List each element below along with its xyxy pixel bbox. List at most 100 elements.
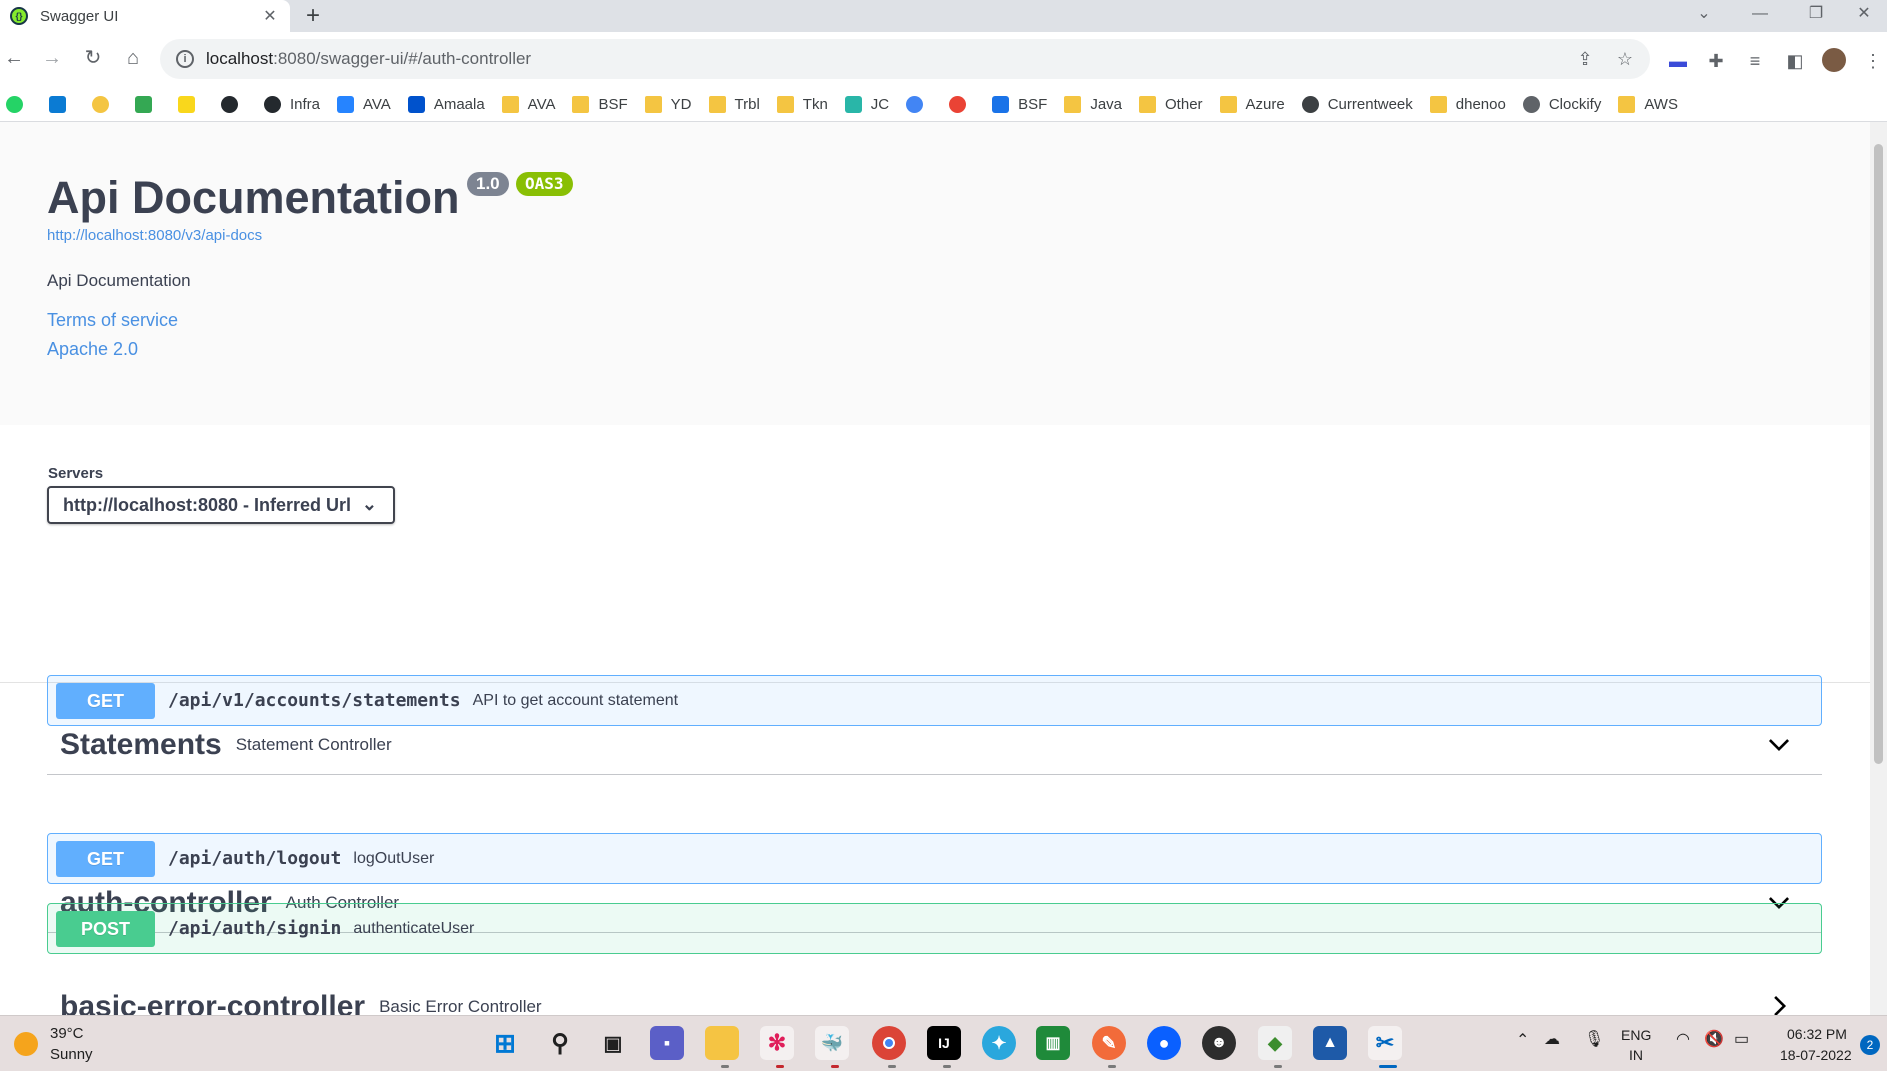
bookmark-label: JC [870,96,890,113]
onedrive-cloud-icon[interactable]: ☁ [1544,1029,1560,1049]
scrollbar-thumb[interactable] [1874,144,1883,764]
section-title: basic-error-controller [60,990,366,1015]
slack-icon[interactable]: ✻ [760,1026,794,1060]
bookmark-item[interactable] [906,96,932,113]
expand-chevron-icon[interactable] [1766,731,1792,757]
forward-icon[interactable]: → [38,44,66,72]
search-icon[interactable]: ⚲ [543,1026,577,1060]
operation-path: /api/auth/signin [168,918,342,939]
bookmark-item[interactable]: Clockify [1522,96,1601,113]
operation-get-logout[interactable]: GET /api/auth/logout logOutUser [47,833,1822,884]
start-windows-icon[interactable]: ⊞ [488,1026,522,1060]
bookmark-item[interactable]: Trbl [708,96,760,113]
close-tab-icon[interactable]: ✕ [258,6,282,26]
bookmark-item[interactable] [949,96,975,113]
section-basic-error-controller[interactable]: basic-error-controller Basic Error Contr… [47,977,1822,1015]
extensions-puzzle-icon[interactable]: ✚ [1703,48,1729,74]
new-tab-icon[interactable]: + [306,2,320,30]
reading-list-icon[interactable]: ≡ [1742,48,1768,74]
weather-condition[interactable]: Sunny [50,1046,93,1063]
bookmark-item[interactable]: Other [1139,96,1203,113]
chart-app-icon[interactable]: ▥ [1036,1026,1070,1060]
section-description: Statement Controller [235,734,392,754]
tab-search-icon[interactable]: ⌄ [1680,0,1728,32]
battery-icon[interactable]: ▭ [1734,1029,1749,1049]
bookmark-item[interactable]: dhenoo [1429,96,1506,113]
bookmark-item[interactable] [221,96,247,113]
site-info-icon[interactable]: i [176,50,194,68]
browser-tab[interactable]: {} Swagger UI ✕ [0,0,290,32]
docker-icon[interactable]: 🐳 [815,1026,849,1060]
bookmark-item[interactable]: AWS [1618,96,1678,113]
show-hidden-icons-icon[interactable]: ⌃ [1516,1030,1529,1050]
volume-muted-icon[interactable]: 🔇 [1704,1029,1724,1049]
bookmark-item[interactable]: Tkn [776,96,828,113]
file-explorer-icon[interactable] [705,1026,739,1060]
chrome-icon[interactable] [872,1026,906,1060]
bookmark-item[interactable]: Currentweek [1301,96,1413,113]
snipping-tool-icon[interactable]: ✂ [1368,1026,1402,1060]
share-icon[interactable]: ⇪ [1570,49,1600,70]
extension-icon[interactable]: ▬ [1665,48,1691,74]
bookmark-item[interactable] [178,96,204,113]
profile-avatar[interactable] [1822,48,1846,72]
url-path: :8080/swagger-ui/#/auth-controller [273,49,532,68]
maps-pin-icon[interactable]: ● [1147,1026,1181,1060]
side-panel-icon[interactable]: ◧ [1782,48,1808,74]
bookmark-item[interactable]: BSF [572,96,628,113]
language-indicator[interactable]: ENG [1621,1027,1651,1043]
address-bar[interactable]: i localhost:8080/swagger-ui/#/auth-contr… [160,39,1650,79]
photos-icon[interactable]: ▲ [1313,1026,1347,1060]
bookmark-item[interactable]: Azure [1219,96,1285,113]
notification-count-badge[interactable]: 2 [1860,1035,1880,1055]
restore-icon[interactable]: ❐ [1792,0,1840,32]
license-link[interactable]: Apache 2.0 [47,339,138,360]
postman-icon[interactable]: ✎ [1092,1026,1126,1060]
terms-of-service-link[interactable]: Terms of service [47,310,178,331]
microphone-icon[interactable]: 🎙 [1584,1029,1604,1049]
bookmark-item[interactable]: BSF [992,96,1047,113]
git-client-icon[interactable]: ◆ [1258,1026,1292,1060]
page-scrollbar[interactable] [1870,122,1887,1015]
folder-icon [572,96,590,113]
operation-path: /api/v1/accounts/statements [168,690,461,711]
bookmark-star-icon[interactable]: ☆ [1610,49,1640,70]
bookmark-item[interactable] [92,96,118,113]
intellij-icon[interactable]: IJ [927,1026,961,1060]
sun-icon[interactable] [14,1032,38,1056]
bookmark-item[interactable] [6,96,32,113]
region-indicator[interactable]: IN [1629,1047,1643,1063]
bookmark-item[interactable]: JC [844,96,890,113]
weather-temperature[interactable]: 39°C [50,1025,84,1042]
reload-icon[interactable]: ↻ [79,44,107,72]
folder-icon [644,96,662,113]
bookmark-item[interactable]: AVA [337,96,391,113]
bookmark-item[interactable]: Java [1064,96,1122,113]
close-window-icon[interactable]: ✕ [1840,0,1887,32]
wifi-icon[interactable]: ◠ [1676,1029,1690,1049]
clock-date[interactable]: 18-07-2022 [1780,1047,1852,1063]
bookmark-item[interactable]: Infra [264,96,320,113]
task-view-icon[interactable]: ▣ [596,1026,630,1060]
minimize-icon[interactable]: — [1736,0,1784,32]
server-select[interactable]: http://localhost:8080 - Inferred Url ⌄ [47,486,395,524]
teams-chat-icon[interactable]: ▪ [650,1026,684,1060]
back-icon[interactable]: ← [0,44,28,72]
operation-get-statements[interactable]: GET /api/v1/accounts/statements API to g… [47,675,1822,726]
bookmark-item[interactable] [49,96,75,113]
bookmark-item[interactable] [135,96,161,113]
windows-taskbar: 39°C Sunny ⊞ ⚲ ▣ ▪ ✻ 🐳 IJ ✦ ▥ ✎ ● ☻ ◆ ▲ … [0,1015,1887,1071]
menu-kebab-icon[interactable]: ⋮ [1860,48,1886,74]
operation-post-signin[interactable]: POST /api/auth/signin authenticateUser [47,903,1822,954]
settings-gear-icon[interactable]: ✦ [982,1026,1016,1060]
collapsed-chevron-icon[interactable] [1766,993,1792,1015]
url-text[interactable]: localhost:8080/swagger-ui/#/auth-control… [206,49,1570,69]
clock-time[interactable]: 06:32 PM [1787,1026,1847,1042]
bookmark-item[interactable]: Amaala [407,96,485,113]
bookmark-item[interactable]: YD [644,96,692,113]
github-desktop-icon[interactable]: ☻ [1202,1026,1236,1060]
home-icon[interactable]: ⌂ [119,44,147,72]
bookmark-item[interactable]: AVA [501,96,555,113]
swagger-favicon-icon: {} [10,7,28,25]
api-docs-link[interactable]: http://localhost:8080/v3/api-docs [47,227,262,244]
